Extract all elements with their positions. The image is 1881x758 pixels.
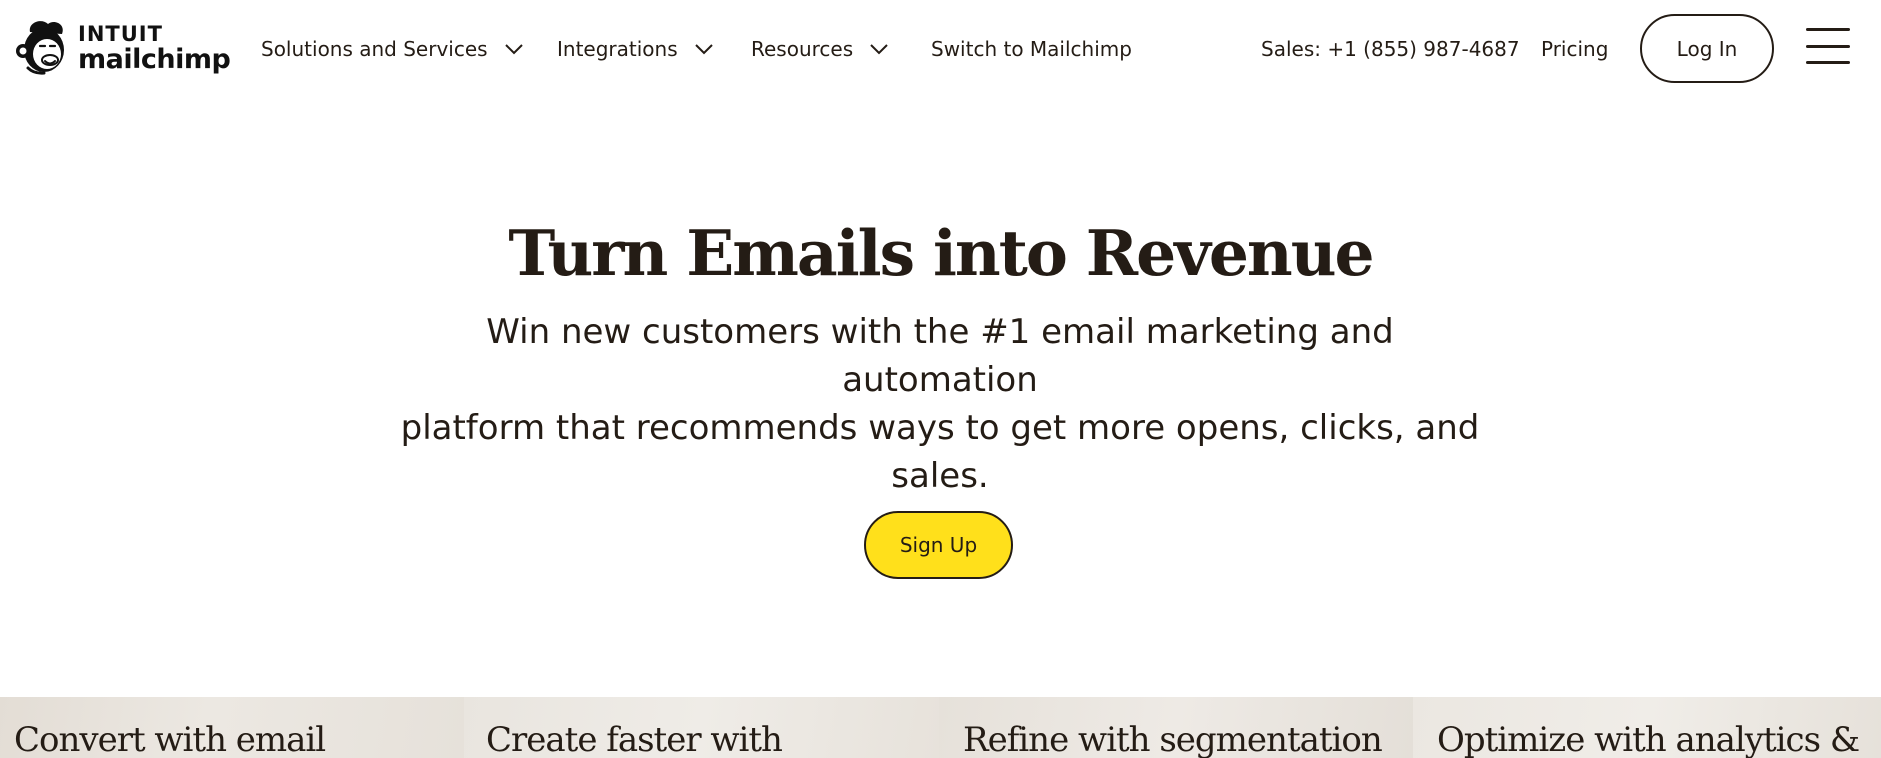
- mailchimp-logo[interactable]: INTUIT mailchimp: [14, 16, 231, 80]
- sign-up-button[interactable]: Sign Up: [864, 511, 1013, 579]
- nav-switch-to-mailchimp[interactable]: Switch to Mailchimp: [931, 0, 1132, 98]
- feature-card-title: Convert with email: [14, 720, 326, 758]
- feature-card-create[interactable]: Create faster with: [464, 697, 939, 758]
- feature-card-segmentation[interactable]: Refine with segmentation: [939, 697, 1413, 758]
- nav-integrations-label: Integrations: [557, 37, 678, 61]
- logo-intuit-text: INTUIT: [78, 21, 163, 46]
- nav-integrations[interactable]: Integrations: [557, 0, 714, 98]
- hero-subtitle: Win new customers with the #1 email mark…: [395, 308, 1485, 500]
- feature-card-analytics[interactable]: Optimize with analytics &: [1413, 697, 1881, 758]
- hero-subtitle-line: platform that recommends ways to get mor…: [400, 408, 1480, 448]
- chevron-down-icon: [870, 44, 888, 55]
- freddie-chimp-logo-icon: [16, 21, 64, 75]
- menu-line: [1806, 28, 1850, 31]
- nav-solutions-and-services[interactable]: Solutions and Services: [261, 0, 524, 98]
- feature-card-title: Create faster with: [486, 720, 783, 758]
- site-header: INTUIT mailchimp Solutions and Services …: [0, 0, 1881, 98]
- menu-line: [1806, 44, 1850, 48]
- nav-resources[interactable]: Resources: [751, 0, 889, 98]
- chevron-down-icon: [694, 44, 713, 55]
- nav-switch-label: Switch to Mailchimp: [931, 37, 1132, 61]
- sales-phone-label: Sales: +1 (855) 987-4687: [1261, 37, 1520, 61]
- nav-pricing-label: Pricing: [1541, 37, 1609, 61]
- hamburger-menu-icon[interactable]: [1806, 28, 1850, 64]
- chevron-down-icon: [504, 44, 523, 55]
- login-button[interactable]: Log In: [1640, 14, 1774, 83]
- nav-resources-label: Resources: [751, 37, 854, 61]
- feature-card-title: Optimize with analytics &: [1437, 720, 1860, 758]
- nav-pricing[interactable]: Pricing: [1541, 0, 1608, 98]
- hero-title: Turn Emails into Revenue: [508, 216, 1374, 290]
- feature-card-email[interactable]: Convert with email: [0, 697, 464, 758]
- feature-card-title: Refine with segmentation: [963, 720, 1383, 758]
- page: INTUIT mailchimp Solutions and Services …: [0, 0, 1881, 758]
- hero-subtitle-line: Win new customers with the #1 email mark…: [486, 312, 1394, 400]
- menu-line: [1806, 61, 1850, 64]
- hero-subtitle-line: sales.: [891, 456, 989, 496]
- feature-cards: Convert with email Create faster with Re…: [0, 697, 1881, 758]
- logo-mailchimp-text: mailchimp: [78, 43, 231, 75]
- nav-solutions-label: Solutions and Services: [261, 37, 488, 61]
- logo-text: INTUIT mailchimp: [78, 21, 231, 75]
- sales-phone-link[interactable]: Sales: +1 (855) 987-4687: [1261, 0, 1520, 98]
